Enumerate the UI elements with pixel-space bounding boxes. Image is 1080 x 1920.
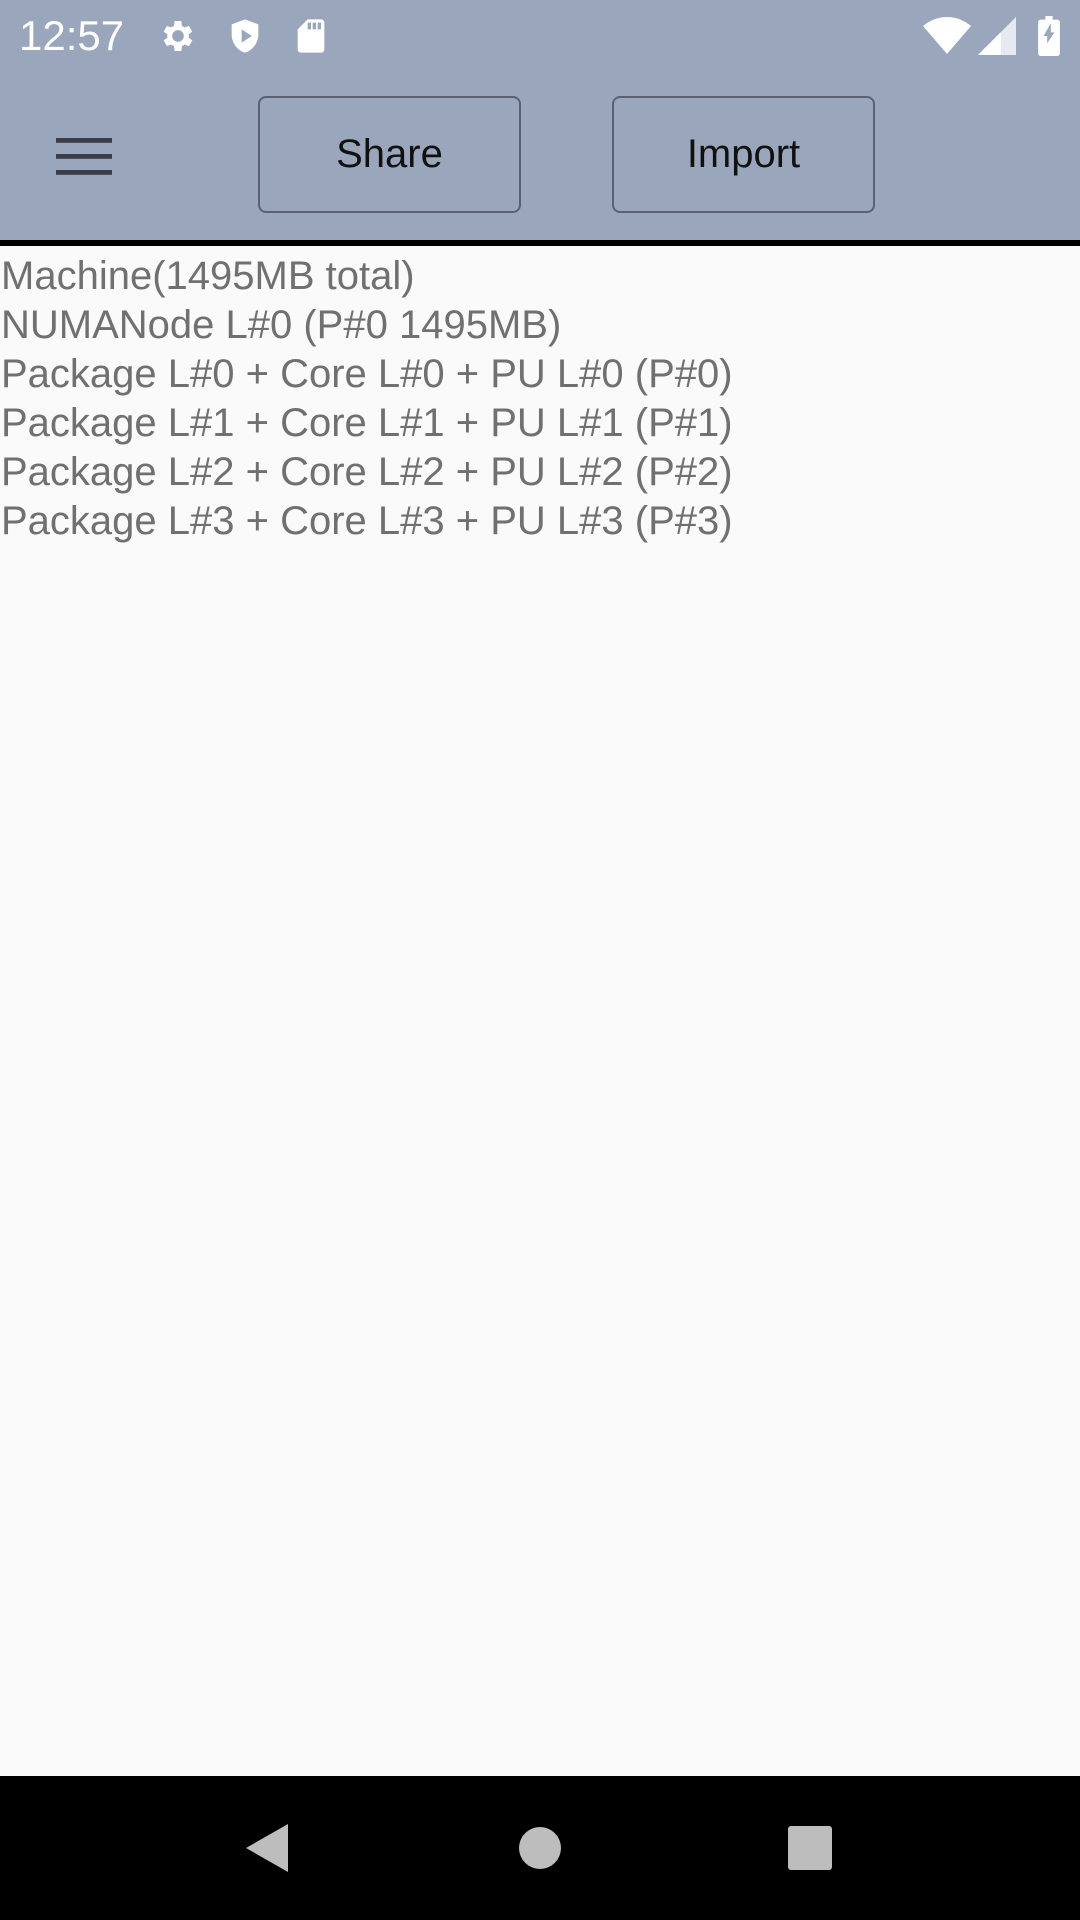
status-bar: 12:57	[0, 0, 1080, 72]
topology-line-numanode: NUMANode L#0 (P#0 1495MB)	[1, 303, 562, 347]
back-button[interactable]	[217, 1798, 317, 1898]
shield-play-icon	[225, 16, 265, 56]
toolbar	[0, 72, 1080, 240]
home-circle-icon	[519, 1827, 561, 1869]
gear-icon	[158, 16, 198, 56]
share-button[interactable]: Share	[258, 96, 521, 213]
status-time: 12:57	[19, 12, 125, 59]
topology-line-package-2: Package L#2 + Core L#2 + PU L#2 (P#2)	[1, 450, 733, 494]
back-triangle-icon	[246, 1824, 288, 1872]
topology-output: Machine(1495MB total) NUMANode L#0 (P#0 …	[0, 252, 1080, 546]
app-screen: 12:57 Share Import Machine(1495MB total)…	[0, 0, 1080, 1920]
home-button[interactable]	[490, 1798, 590, 1898]
recents-button[interactable]	[760, 1798, 860, 1898]
topology-line-package-1: Package L#1 + Core L#1 + PU L#1 (P#1)	[1, 401, 733, 445]
menu-button[interactable]	[46, 118, 122, 194]
wifi-icon	[922, 16, 972, 56]
import-button[interactable]: Import	[612, 96, 875, 213]
sd-card-icon	[291, 16, 331, 56]
topology-line-package-0: Package L#0 + Core L#0 + PU L#0 (P#0)	[1, 352, 733, 396]
recents-square-icon	[788, 1826, 832, 1870]
topology-line-machine: Machine(1495MB total)	[1, 254, 415, 298]
toolbar-divider	[0, 240, 1080, 246]
navigation-bar	[0, 1776, 1080, 1920]
topology-line-package-3: Package L#3 + Core L#3 + PU L#3 (P#3)	[1, 499, 733, 543]
hamburger-menu-icon	[56, 138, 112, 175]
cell-signal-icon	[978, 16, 1016, 56]
battery-icon	[1036, 16, 1062, 56]
